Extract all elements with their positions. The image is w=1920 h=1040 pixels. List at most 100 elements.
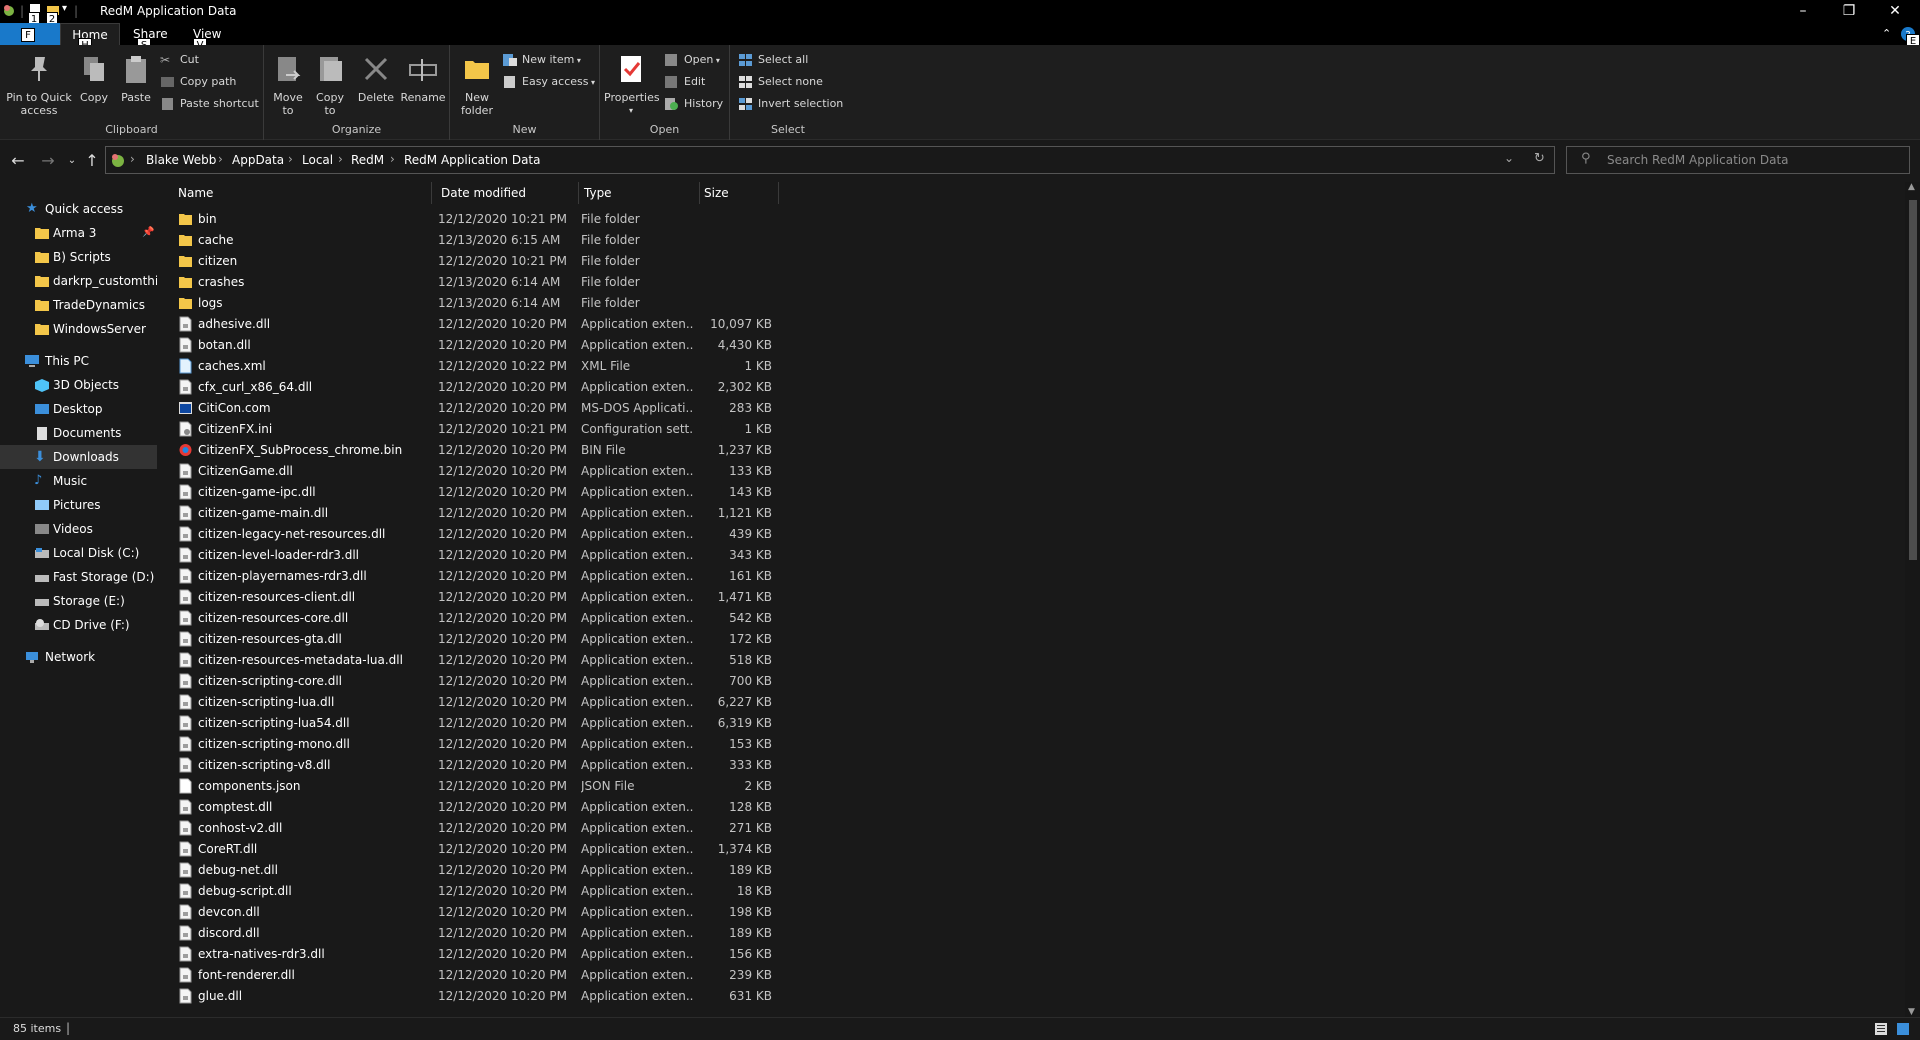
file-row[interactable]: CitizenGame.dll 12/12/2020 10:20 PM Applic… [160,461,780,482]
file-row[interactable]: citizen-scripting-v8.dll 12/12/2020 10:20… [160,755,780,776]
tab-view[interactable]: View [183,23,231,45]
file-row[interactable]: caches.xml 12/12/2020 10:22 PM XML File 1 K… [160,356,780,377]
file-row[interactable]: citizen-resources-gta.dll 12/12/2020 10:2… [160,629,780,650]
file-row[interactable]: glue.dll 12/12/2020 10:20 PM Application e… [160,986,780,1007]
scroll-down-icon[interactable]: ▼ [1908,1007,1915,1017]
collapse-ribbon-icon[interactable]: ⌃ [1882,27,1891,40]
file-row[interactable]: components.json 12/12/2020 10:20 PM JSON F… [160,776,780,797]
breadcrumb-local[interactable]: Local [302,153,333,167]
nav-darkrp-customthings[interactable]: darkrp_customthings [0,269,157,293]
pin-to-quick-access-button[interactable]: Pin to Quick access [4,53,74,117]
edit-button[interactable]: Edit [664,73,705,91]
file-row[interactable]: discord.dll 12/12/2020 10:20 PM Applicatio… [160,923,780,944]
recent-locations-icon[interactable]: ⌄ [62,151,82,171]
breadcrumb-blake-webb[interactable]: Blake Webb [146,153,216,167]
breadcrumb-appdata[interactable]: AppData [232,153,284,167]
breadcrumb-redm-application-data[interactable]: RedM Application Data [404,153,540,167]
new-folder-button[interactable]: New folder [456,53,498,117]
file-row[interactable]: CitizenFX.ini 12/12/2020 10:21 PM Configur… [160,419,780,440]
up-arrow-icon[interactable]: ↑ [82,151,102,171]
address-bar[interactable]: › Blake Webb › AppData › Local › RedM › … [105,146,1555,174]
paste-button[interactable]: Paste [117,53,155,104]
select-all-button[interactable]: Select all [738,51,808,69]
file-row[interactable]: cache 12/13/2020 6:15 AM File folder [160,230,780,251]
nav-pictures[interactable]: Pictures [0,493,157,517]
file-row[interactable]: logs 12/13/2020 6:14 AM File folder [160,293,780,314]
copy-to-button[interactable]: Copy to [310,53,350,117]
easy-access-button[interactable]: Easy access ▾ [502,73,595,91]
search-box[interactable]: ⚲ Search RedM Application Data [1566,146,1910,174]
scrollbar-thumb[interactable] [1909,200,1917,560]
file-row[interactable]: citizen-game-main.dll 12/12/2020 10:20 PM… [160,503,780,524]
forward-arrow-icon[interactable]: → [38,151,58,171]
delete-button[interactable]: Delete [356,53,396,104]
nav-documents[interactable]: Documents [0,421,157,445]
file-row[interactable]: citizen-game-ipc.dll 12/12/2020 10:20 PM A… [160,482,780,503]
file-row[interactable]: citizen-legacy-net-resources.dll 12/12/20… [160,524,780,545]
file-row[interactable]: adhesive.dll 12/12/2020 10:20 PM Applicati… [160,314,780,335]
file-row[interactable]: debug-net.dll 12/12/2020 10:20 PM Applicat… [160,860,780,881]
nav-music[interactable]: ♪ Music [0,469,157,493]
file-row[interactable]: citizen-scripting-lua.dll 12/12/2020 10:2… [160,692,780,713]
minimize-button[interactable]: – [1780,0,1826,23]
new-item-button[interactable]: New item ▾ [502,51,581,69]
file-row[interactable]: font-renderer.dll 12/12/2020 10:20 PM Appl… [160,965,780,986]
open-button[interactable]: Open ▾ [664,51,720,69]
file-row[interactable]: crashes 12/13/2020 6:14 AM File folder [160,272,780,293]
cut-button[interactable]: ✂ Cut [160,51,199,69]
nav-cd-drive-f[interactable]: CD Drive (F:) [0,613,157,637]
copy-button[interactable]: Copy [76,53,112,104]
file-row[interactable]: citizen-resources-metadata-lua.dll 12/12/… [160,650,780,671]
file-row[interactable]: citizen-resources-client.dll 12/12/2020 1… [160,587,780,608]
breadcrumb-redm[interactable]: RedM [351,153,384,167]
file-row[interactable]: citizen-scripting-core.dll 12/12/2020 10:… [160,671,780,692]
invert-selection-button[interactable]: Invert selection [738,95,843,113]
file-row[interactable]: cfx_curl_x86_64.dll 12/12/2020 10:20 PM Ap… [160,377,780,398]
tab-file[interactable]: F [0,23,60,45]
nav-downloads[interactable]: ⬇ Downloads [0,445,157,469]
nav-storage-e[interactable]: Storage (E:) [0,589,157,613]
column-header-date-modified[interactable]: Date modified [435,182,579,204]
nav-network[interactable]: Network [0,645,157,669]
file-row[interactable]: citizen-resources-core.dll 12/12/2020 10:… [160,608,780,629]
file-row[interactable]: devcon.dll 12/12/2020 10:20 PM Application… [160,902,780,923]
rename-button[interactable]: Rename [400,53,446,104]
refresh-icon[interactable]: ↻ [1534,151,1545,166]
file-row[interactable]: CoreRT.dll 12/12/2020 10:20 PM Application… [160,839,780,860]
nav-desktop[interactable]: Desktop [0,397,157,421]
file-row[interactable]: extra-natives-rdr3.dll 12/12/2020 10:20 P… [160,944,780,965]
nav-windowsserver[interactable]: WindowsServer [0,317,157,341]
large-icons-view-icon[interactable] [1896,1022,1910,1036]
history-button[interactable]: History [664,95,723,113]
file-row[interactable]: bin 12/12/2020 10:21 PM File folder [160,209,780,230]
file-row[interactable]: citizen-playernames-rdr3.dll 12/12/2020 1… [160,566,780,587]
nav-b-scripts[interactable]: B) Scripts [0,245,157,269]
move-to-button[interactable]: Move to [268,53,308,117]
nav-this-pc[interactable]: This PC [0,349,157,373]
column-header-size[interactable]: Size [698,182,779,204]
file-row[interactable]: citizen 12/12/2020 10:21 PM File folder [160,251,780,272]
select-none-button[interactable]: Select none [738,73,823,91]
column-header-type[interactable]: Type [578,182,700,204]
close-button[interactable]: ✕ [1872,0,1918,23]
nav-3d-objects[interactable]: 3D Objects [0,373,157,397]
nav-tradedynamics[interactable]: TradeDynamics [0,293,157,317]
file-row[interactable]: conhost-v2.dll 12/12/2020 10:20 PM Applica… [160,818,780,839]
back-arrow-icon[interactable]: ← [8,151,28,171]
file-row[interactable]: comptest.dll 12/12/2020 10:20 PM Applicati… [160,797,780,818]
details-view-icon[interactable] [1874,1022,1888,1036]
address-dropdown-icon[interactable]: ⌄ [1504,151,1514,165]
file-row[interactable]: citizen-level-loader-rdr3.dll 12/12/2020 … [160,545,780,566]
file-row[interactable]: citizen-scripting-mono.dll 12/12/2020 10:… [160,734,780,755]
nav-arma-3[interactable]: Arma 3 📌 [0,221,157,245]
file-row[interactable]: citizen-scripting-lua54.dll 12/12/2020 10… [160,713,780,734]
maximize-button[interactable]: ❐ [1826,0,1872,23]
file-row[interactable]: debug-script.dll 12/12/2020 10:20 PM Appli… [160,881,780,902]
nav-fast-storage-d[interactable]: Fast Storage (D:) [0,565,157,589]
nav-videos[interactable]: Videos [0,517,157,541]
qat-dropdown-icon[interactable]: ▾ [62,3,67,14]
column-header-name[interactable]: Name [172,182,432,204]
scroll-up-icon[interactable]: ▲ [1908,182,1915,192]
file-row[interactable]: CitizenFX_SubProcess_chrome.bin 12/12/202… [160,440,780,461]
paste-shortcut-button[interactable]: Paste shortcut [160,95,259,113]
